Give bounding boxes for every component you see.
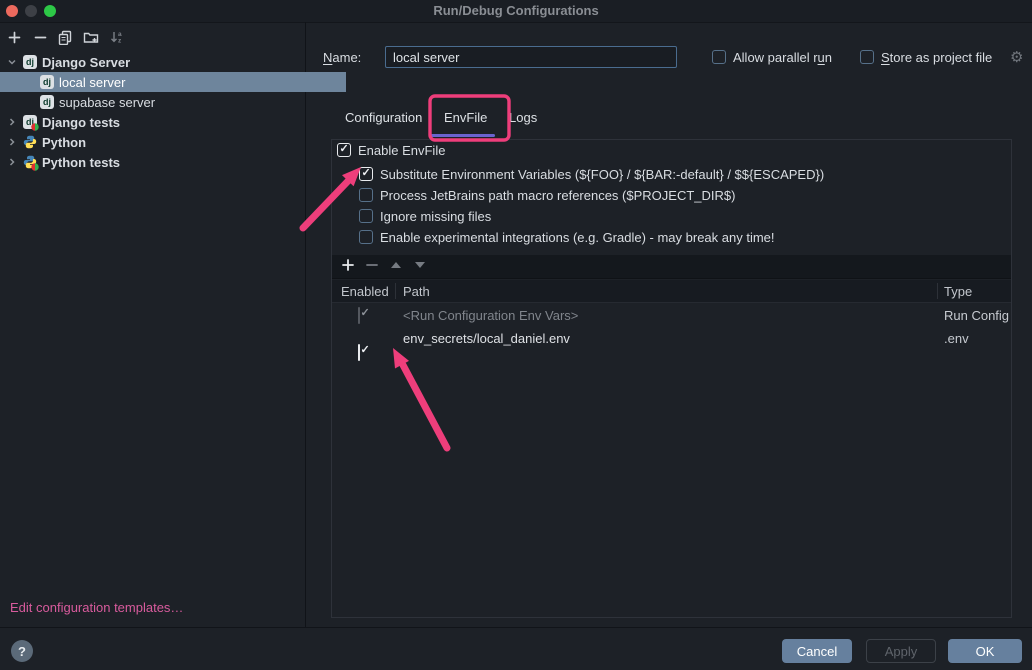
column-divider (937, 283, 938, 299)
chevron-down-icon[interactable] (6, 56, 18, 68)
edit-configuration-templates-link[interactable]: Edit configuration templates… (10, 600, 183, 615)
experimental-integrations-label: Enable experimental integrations (e.g. G… (380, 230, 775, 245)
apply-button[interactable]: Apply (866, 639, 936, 663)
process-path-macro-label: Process JetBrains path macro references … (380, 188, 735, 203)
process-path-macro-option[interactable]: Process JetBrains path macro references … (359, 185, 735, 205)
process-path-macro-checkbox[interactable] (359, 188, 373, 202)
allow-parallel-run-checkbox[interactable] (712, 50, 726, 64)
settings-gear-icon[interactable]: ⚙ (1010, 48, 1023, 66)
column-divider (395, 283, 396, 299)
sidebar-item-local-server[interactable]: dj local server (0, 72, 346, 92)
svg-text:z: z (118, 38, 122, 45)
window-title: Run/Debug Configurations (0, 0, 1032, 22)
add-configuration-icon[interactable] (5, 28, 23, 46)
tree-item-label: Python (42, 135, 86, 150)
tree-item-label: Django Server (42, 55, 130, 70)
experimental-integrations-checkbox[interactable] (359, 230, 373, 244)
store-as-project-file-checkbox[interactable] (860, 50, 874, 64)
column-header-enabled: Enabled (341, 284, 389, 299)
experimental-integrations-option[interactable]: Enable experimental integrations (e.g. G… (359, 227, 775, 247)
sidebar-item-supabase-server[interactable]: dj supabase server (0, 92, 346, 112)
python-icon (23, 135, 37, 149)
remove-env-file-icon[interactable] (365, 258, 379, 275)
allow-parallel-run-label: Allow parallel run (733, 50, 832, 65)
row-type: .env (944, 331, 969, 346)
chevron-right-icon[interactable] (6, 156, 18, 168)
ignore-missing-files-option[interactable]: Ignore missing files (359, 206, 491, 226)
column-header-path: Path (403, 284, 430, 299)
remove-configuration-icon[interactable] (31, 28, 49, 46)
sidebar-item-python[interactable]: Python (0, 132, 312, 152)
substitute-env-vars-checkbox[interactable] (359, 167, 373, 181)
move-down-icon[interactable] (413, 258, 427, 275)
substitute-env-vars-option[interactable]: Substitute Environment Variables (${FOO}… (359, 164, 824, 184)
new-folder-icon[interactable] (82, 28, 100, 46)
tab-logs[interactable]: Logs (509, 110, 537, 125)
django-tests-icon: dj (23, 115, 37, 129)
add-env-file-icon[interactable] (341, 258, 355, 275)
allow-parallel-run-option[interactable]: Allow parallel run (712, 49, 832, 65)
env-files-table-toolbar (332, 255, 1011, 279)
substitute-env-vars-label: Substitute Environment Variables (${FOO}… (380, 167, 824, 182)
django-icon: dj (40, 95, 54, 109)
cancel-button[interactable]: Cancel (782, 639, 852, 663)
ignore-missing-files-checkbox[interactable] (359, 209, 373, 223)
tab-configuration[interactable]: Configuration (345, 110, 422, 125)
ignore-missing-files-label: Ignore missing files (380, 209, 491, 224)
row-type: Run Config (944, 308, 1009, 323)
row-path: <Run Configuration Env Vars> (403, 308, 578, 323)
active-tab-underline (430, 134, 495, 137)
enable-envfile-checkbox[interactable] (337, 143, 351, 157)
row-enabled-checkbox[interactable] (358, 344, 360, 361)
copy-configuration-icon[interactable] (56, 28, 74, 46)
name-input[interactable] (385, 46, 677, 68)
django-icon: dj (40, 75, 54, 89)
store-as-project-file-label: Store as project file (881, 50, 992, 65)
store-as-project-file-option[interactable]: Store as project file (860, 49, 992, 65)
run-debug-configurations-dialog: Run/Debug Configurations a z dj Django (0, 0, 1032, 670)
footer-divider (0, 627, 1032, 628)
name-label: Name: (323, 50, 361, 65)
sort-configurations-icon[interactable]: a z (108, 28, 126, 46)
sidebar-item-django-tests[interactable]: dj Django tests (0, 112, 312, 132)
row-enabled-checkbox (358, 307, 360, 324)
help-button[interactable]: ? (11, 640, 33, 662)
move-up-icon[interactable] (389, 258, 403, 275)
tree-item-label: local server (59, 75, 125, 90)
enable-envfile-label: Enable EnvFile (358, 143, 445, 158)
python-tests-icon (23, 155, 37, 169)
env-files-table-header (332, 280, 1011, 303)
ok-button[interactable]: OK (948, 639, 1022, 663)
chevron-right-icon[interactable] (6, 116, 18, 128)
title-bar: Run/Debug Configurations (0, 0, 1032, 23)
tab-envfile[interactable]: EnvFile (444, 110, 487, 125)
row-path: env_secrets/local_daniel.env (403, 331, 570, 346)
chevron-right-icon[interactable] (6, 136, 18, 148)
sidebar-item-django-server[interactable]: dj Django Server (0, 52, 312, 72)
enable-envfile-option[interactable]: Enable EnvFile (337, 140, 445, 160)
tree-item-label: supabase server (59, 95, 155, 110)
tree-item-label: Django tests (42, 115, 120, 130)
sidebar-item-python-tests[interactable]: Python tests (0, 152, 312, 172)
django-icon: dj (23, 55, 37, 69)
tree-item-label: Python tests (42, 155, 120, 170)
column-header-type: Type (944, 284, 972, 299)
